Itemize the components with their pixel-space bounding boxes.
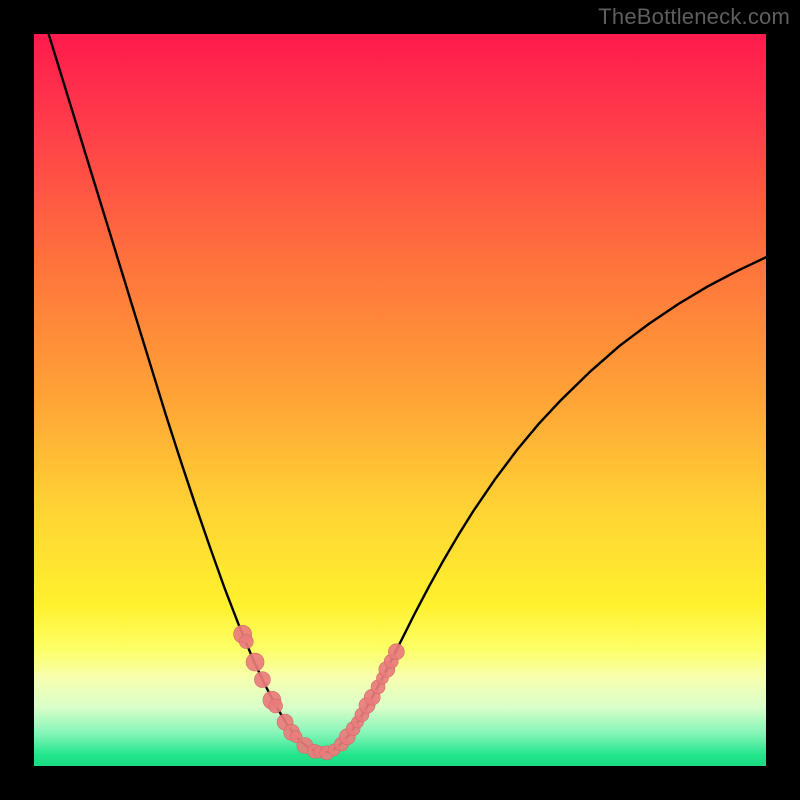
bottleneck-chart [34, 34, 766, 766]
marker-dot [254, 672, 270, 688]
marker-dot [388, 644, 404, 660]
watermark-text: TheBottleneck.com [598, 4, 790, 30]
plot-area [34, 34, 766, 766]
marker-dot [246, 653, 264, 671]
marker-dot [239, 635, 253, 649]
chart-container: TheBottleneck.com [0, 0, 800, 800]
marker-dot [269, 699, 283, 713]
